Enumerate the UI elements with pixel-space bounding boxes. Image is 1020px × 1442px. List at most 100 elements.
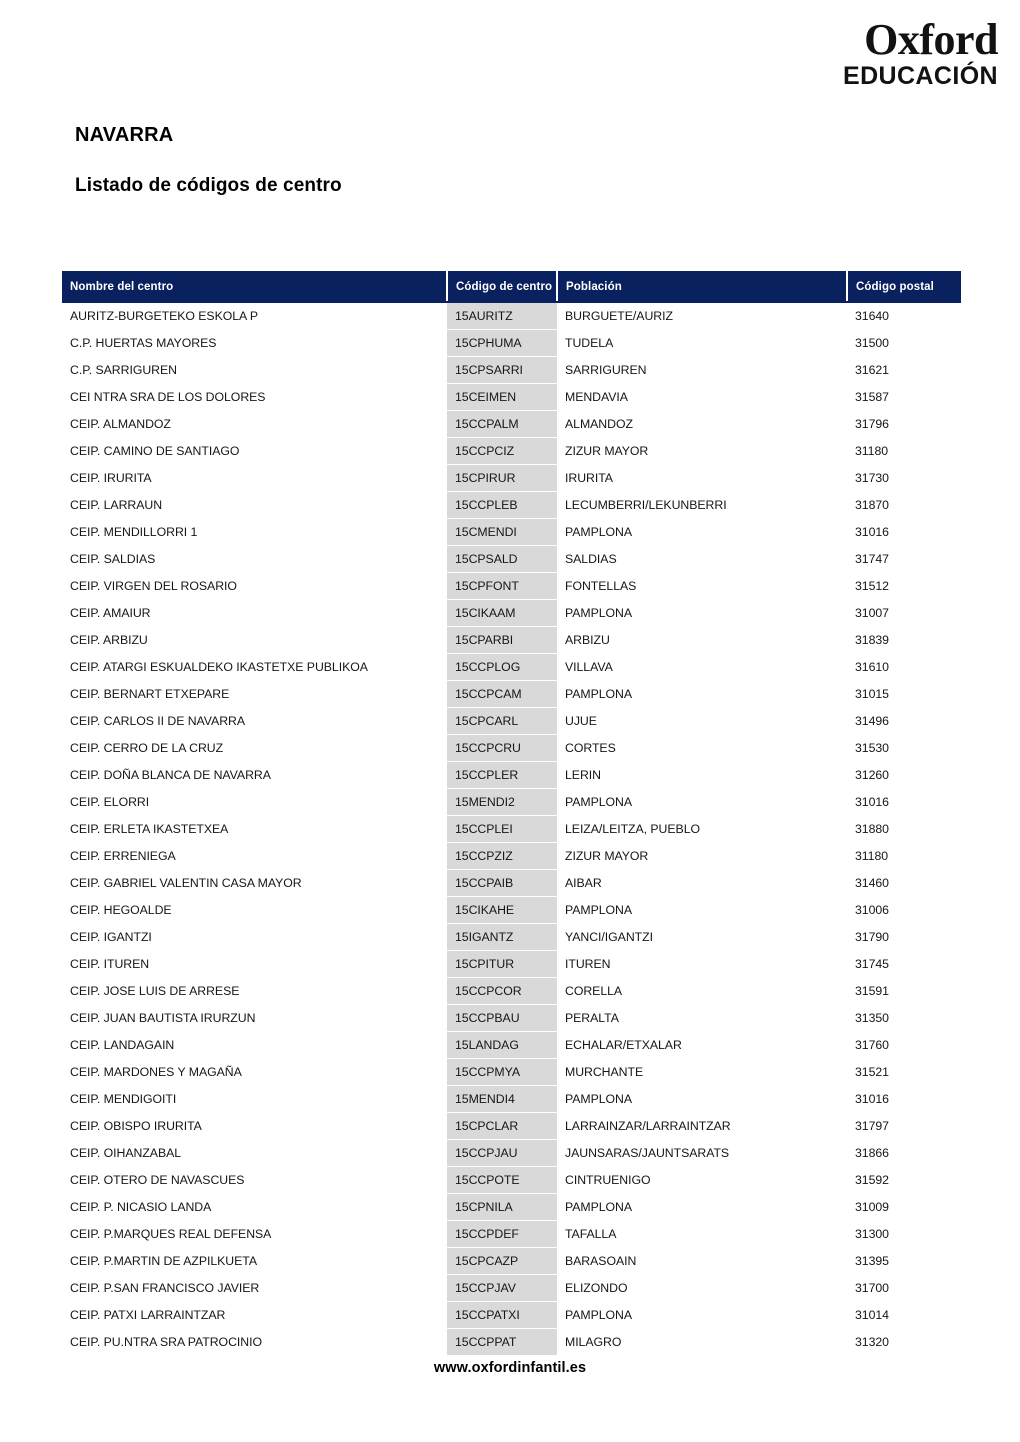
cell-poblacion: YANCI/IGANTZI	[565, 930, 653, 944]
cell-poblacion: CINTRUENIGO	[565, 1173, 651, 1187]
table-row: CEIP. GABRIEL VALENTIN CASA MAYOR 15CCPAI…	[62, 869, 960, 897]
cell-codigo-postal: 31014	[855, 1308, 889, 1322]
cell-poblacion: VILLAVA	[565, 660, 613, 674]
cell-codigo-de-centro: 15CCPATXI	[447, 1301, 557, 1329]
cell-codigo-de-centro: 15CPITUR	[447, 950, 557, 978]
cell-codigo-de-centro: 15CCPLEB	[447, 491, 557, 519]
table-row: CEIP. P. NICASIO LANDA 15CPNILA PAMPLONA 31…	[62, 1193, 960, 1221]
cell-nombre-del-centro: C.P. HUERTAS MAYORES	[70, 336, 217, 350]
table-row: CEIP. ALMANDOZ 15CCPALM ALMANDOZ 31796	[62, 410, 960, 438]
cell-codigo-postal: 31260	[855, 768, 889, 782]
cell-nombre-del-centro: CEIP. PATXI LARRAINTZAR	[70, 1308, 226, 1322]
cell-codigo-de-centro: 15CCPAIB	[447, 869, 557, 897]
table-row: CEIP. LANDAGAIN 15LANDAG ECHALAR/ETXALAR 31…	[62, 1031, 960, 1059]
cell-codigo-postal: 31395	[855, 1254, 889, 1268]
table-header: Nombre del centro Código de centro Pobla…	[62, 271, 961, 303]
table-row: CEIP. P.MARQUES REAL DEFENSA 15CCPDEF TAFA…	[62, 1220, 960, 1248]
cell-poblacion: ZIZUR MAYOR	[565, 849, 649, 863]
table-row: C.P. HUERTAS MAYORES 15CPHUMA TUDELA 31500	[62, 329, 960, 357]
cell-codigo-postal: 31350	[855, 1011, 889, 1025]
cell-codigo-postal: 31521	[855, 1065, 889, 1079]
cell-codigo-postal: 31747	[855, 552, 889, 566]
cell-codigo-de-centro: 15CCPMYA	[447, 1058, 557, 1086]
cell-poblacion: ZIZUR MAYOR	[565, 444, 649, 458]
logo-tagline-text: EDUCACIÓN	[843, 62, 998, 90]
cell-nombre-del-centro: CEIP. P.SAN FRANCISCO JAVIER	[70, 1281, 260, 1295]
column-header-codigo-postal: Código postal	[847, 271, 961, 303]
cell-codigo-de-centro: 15CPIRUR	[447, 464, 557, 492]
cell-codigo-de-centro: 15CPARBI	[447, 626, 557, 654]
table-row: CEIP. ELORRI 15MENDI2 PAMPLONA 31016	[62, 788, 960, 816]
cell-codigo-postal: 31496	[855, 714, 889, 728]
cell-poblacion: MENDAVIA	[565, 390, 628, 404]
cell-poblacion: MILAGRO	[565, 1335, 622, 1349]
cell-codigo-de-centro: 15LANDAG	[447, 1031, 557, 1059]
table-body: AURITZ-BURGETEKO ESKOLA P 15AURITZ BURGUET…	[62, 301, 960, 1356]
table-row: CEIP. JOSE LUIS DE ARRESE 15CCPCOR CORELLA…	[62, 977, 960, 1005]
table-header-row: Nombre del centro Código de centro Pobla…	[62, 271, 961, 303]
table-row: CEIP. CERRO DE LA CRUZ 15CCPCRU CORTES 3153…	[62, 734, 960, 762]
table-row: CEIP. ERLETA IKASTETXEA 15CCPLEI LEIZA/LEI…	[62, 815, 960, 843]
cell-codigo-de-centro: 15CCPLEI	[447, 815, 557, 843]
cell-poblacion: PAMPLONA	[565, 903, 633, 917]
cell-codigo-postal: 31839	[855, 633, 889, 647]
cell-codigo-de-centro: 15CIKAHE	[447, 896, 557, 924]
cell-codigo-de-centro: 15CCPJAV	[447, 1274, 557, 1302]
column-header-nombre-del-centro: Nombre del centro	[62, 271, 448, 303]
cell-poblacion: ARBIZU	[565, 633, 610, 647]
table-row: CEIP. P.SAN FRANCISCO JAVIER 15CCPJAV ELIZ…	[62, 1274, 960, 1302]
cell-poblacion: LEIZA/LEITZA, PUEBLO	[565, 822, 700, 836]
cell-poblacion: PAMPLONA	[565, 795, 633, 809]
table-row: CEIP. MARDONES Y MAGAÑA 15CCPMYA MURCHANTE…	[62, 1058, 960, 1086]
cell-nombre-del-centro: CEIP. CARLOS II DE NAVARRA	[70, 714, 246, 728]
cell-nombre-del-centro: CEIP. LARRAUN	[70, 498, 163, 512]
cell-poblacion: IRURITA	[565, 471, 613, 485]
cell-codigo-postal: 31007	[855, 606, 889, 620]
centre-codes-table-container: Nombre del centro Código de centro Pobla…	[62, 271, 961, 1356]
cell-poblacion: TAFALLA	[565, 1227, 617, 1241]
cell-codigo-postal: 31700	[855, 1281, 889, 1295]
cell-codigo-postal: 31745	[855, 957, 889, 971]
cell-poblacion: PAMPLONA	[565, 1092, 633, 1106]
cell-codigo-postal: 31866	[855, 1146, 889, 1160]
cell-codigo-de-centro: 15CCPDEF	[447, 1220, 557, 1248]
cell-codigo-postal: 31880	[855, 822, 889, 836]
cell-codigo-postal: 31180	[855, 849, 889, 863]
cell-poblacion: ECHALAR/ETXALAR	[565, 1038, 682, 1052]
cell-poblacion: BURGUETE/AURIZ	[565, 309, 673, 324]
cell-codigo-de-centro: 15CPSARRI	[447, 356, 557, 384]
table-row: CEIP. CAMINO DE SANTIAGO 15CCPCIZ ZIZUR MA…	[62, 437, 960, 465]
cell-codigo-de-centro: 15CCPZIZ	[447, 842, 557, 870]
cell-codigo-de-centro: 15CCPOTE	[447, 1166, 557, 1194]
cell-codigo-de-centro: 15MENDI4	[447, 1085, 557, 1113]
cell-codigo-postal: 31460	[855, 876, 889, 890]
cell-codigo-de-centro: 15CCPLOG	[447, 653, 557, 681]
cell-codigo-de-centro: 15CCPALM	[447, 410, 557, 438]
cell-poblacion: CORTES	[565, 741, 616, 755]
table-row: CEIP. SALDIAS 15CPSALD SALDIAS 31747	[62, 545, 960, 573]
cell-codigo-de-centro: 15CCPPAT	[447, 1328, 557, 1356]
cell-codigo-de-centro: 15CCPJAU	[447, 1139, 557, 1167]
cell-nombre-del-centro: CEIP. MARDONES Y MAGAÑA	[70, 1065, 242, 1079]
cell-codigo-de-centro: 15CIKAAM	[447, 599, 557, 627]
table-row: CEIP. OBISPO IRURITA 15CPCLAR LARRAINZAR/L…	[62, 1112, 960, 1140]
cell-nombre-del-centro: CEIP. ATARGI ESKUALDEKO IKASTETXE PUBLIK…	[70, 660, 368, 674]
cell-poblacion: PERALTA	[565, 1011, 619, 1025]
table-row: CEIP. DOÑA BLANCA DE NAVARRA 15CCPLER LERI…	[62, 761, 960, 789]
cell-codigo-postal: 31320	[855, 1335, 889, 1349]
cell-codigo-postal: 31015	[855, 687, 889, 701]
cell-poblacion: PAMPLONA	[565, 1308, 633, 1322]
cell-poblacion: LARRAINZAR/LARRAINTZAR	[565, 1119, 731, 1133]
cell-poblacion: MURCHANTE	[565, 1065, 644, 1079]
table-row: C.P. SARRIGUREN 15CPSARRI SARRIGUREN 31621	[62, 356, 960, 384]
cell-nombre-del-centro: CEIP. LANDAGAIN	[70, 1038, 175, 1052]
table-row: CEIP. PU.NTRA SRA PATROCINIO 15CCPPAT MILA…	[62, 1328, 960, 1356]
cell-codigo-postal: 31592	[855, 1173, 889, 1187]
cell-codigo-postal: 31591	[855, 984, 889, 998]
table-row: CEIP. CARLOS II DE NAVARRA 15CPCARL UJUE 31…	[62, 707, 960, 735]
cell-codigo-de-centro: 15MENDI2	[447, 788, 557, 816]
cell-codigo-de-centro: 15CPFONT	[447, 572, 557, 600]
cell-poblacion: CORELLA	[565, 984, 623, 998]
cell-nombre-del-centro: CEIP. ITUREN	[70, 957, 150, 971]
cell-nombre-del-centro: CEIP. DOÑA BLANCA DE NAVARRA	[70, 768, 271, 782]
